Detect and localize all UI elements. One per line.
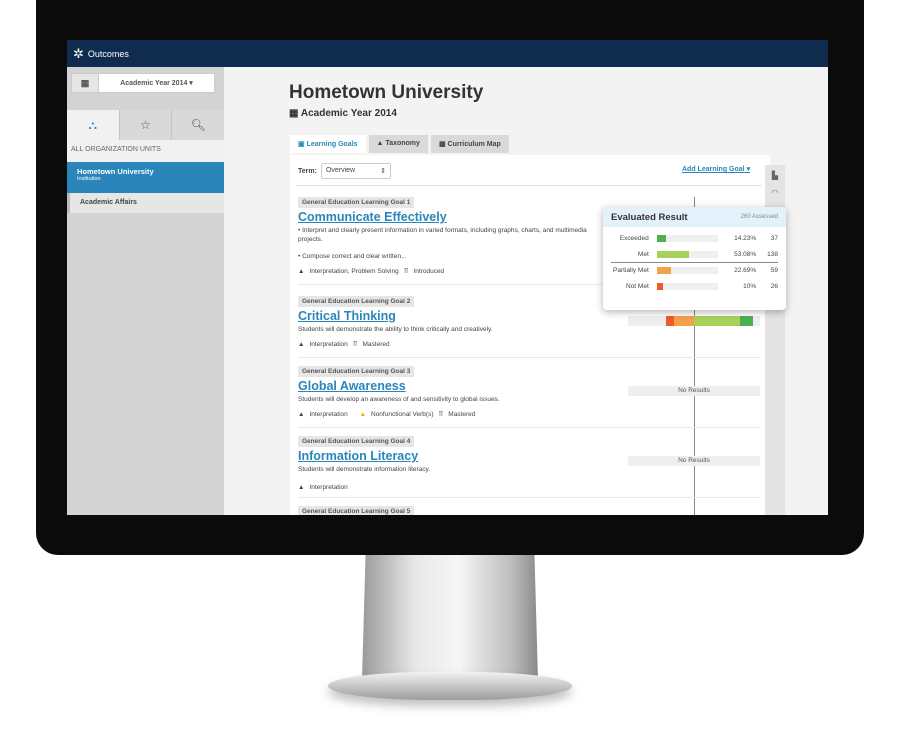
- term-select[interactable]: Overview ⇕: [320, 163, 391, 179]
- result-percent: 53.08%: [734, 250, 757, 258]
- tab-learning-goals[interactable]: ▣ Learning Goals: [290, 135, 366, 153]
- assessed-count: 260 Assessed: [740, 214, 778, 220]
- calendar-icon: ▦: [289, 108, 299, 119]
- goal-tag: General Education Learning Goal 3: [298, 366, 415, 377]
- app-header: ✲ Outcomes: [67, 40, 828, 67]
- search-icon: 🔍︎: [190, 118, 206, 132]
- result-row: Not Met 10% 26: [603, 279, 786, 295]
- gauge-icon[interactable]: ◠: [765, 188, 785, 197]
- taxonomy-icon: ▲: [298, 340, 305, 348]
- result-label: Exceeded: [619, 235, 649, 243]
- result-count: 26: [770, 282, 778, 290]
- unit-type: Institution: [77, 176, 101, 182]
- outcomes-logo-icon: ✲: [73, 45, 84, 61]
- list-icon: ▣: [298, 141, 305, 148]
- tab-curriculum-map[interactable]: ▦ Curriculum Map: [430, 135, 509, 153]
- warning-icon: ▲: [359, 410, 366, 418]
- taxonomy-text: Interpretation: [309, 410, 348, 418]
- hierarchy-icon: ⛬: [88, 117, 98, 132]
- result-fill: [656, 250, 690, 258]
- result-fill: [656, 267, 671, 275]
- evaluated-result-tooltip: Evaluated Result 260 Assessed Exceeded 14.…: [603, 207, 786, 310]
- level-text: Mastered: [362, 340, 390, 348]
- goal-description: • Interpret and clearly present informat…: [298, 227, 587, 244]
- result-fill: [656, 235, 666, 243]
- chart-icon[interactable]: ▙: [765, 171, 785, 180]
- page-title: Hometown University: [289, 82, 484, 103]
- search-tab[interactable]: 🔍︎: [171, 110, 225, 140]
- sidebar: ▦ Academic Year 2014 ▾ ⛬ ☆ 🔍︎ ALL ORGANI…: [67, 67, 225, 515]
- section-label: ALL ORGANIZATION UNITS: [67, 140, 224, 162]
- result-track: [656, 250, 719, 258]
- taxonomy-icon: ▲: [298, 410, 305, 418]
- result-track: [656, 282, 719, 290]
- org-unit-hometown-university[interactable]: Hometown University Institution: [67, 162, 224, 193]
- result-percent: 10%: [743, 282, 757, 290]
- grid-icon: ▦: [438, 141, 446, 148]
- monitor-base: [328, 672, 572, 700]
- level-icon: ⠿: [403, 268, 409, 276]
- taxonomy-icon: ▲: [298, 484, 305, 492]
- result-label: Not Met: [626, 282, 649, 290]
- level-icon: ⠿: [438, 411, 444, 419]
- result-row: Exceeded 14.23% 37: [603, 231, 786, 247]
- goal-description: Students will develop an awareness of an…: [298, 396, 500, 403]
- result-bar-empty: No Results: [628, 386, 760, 396]
- year-label: Academic Year 2014: [120, 80, 188, 87]
- subtitle-text: Academic Year 2014: [300, 108, 397, 119]
- level-text: Mastered: [448, 410, 476, 418]
- favorites-tab[interactable]: ☆: [118, 110, 172, 140]
- org-tree-tab[interactable]: ⛬: [67, 110, 119, 140]
- taxonomy-text: Interpretation, Problem Solving: [309, 267, 399, 275]
- result-track: [656, 235, 719, 243]
- warning-text: Nonfunctional Verb(s): [371, 410, 434, 418]
- goal-tag: General Education Learning Goal 2: [298, 296, 415, 307]
- bar-spacer: [628, 316, 666, 326]
- add-learning-goal-link[interactable]: Add Learning Goal ▾: [682, 165, 750, 173]
- result-bar[interactable]: [628, 316, 760, 326]
- result-bar-empty: No Results: [628, 456, 760, 466]
- term-label: Term:: [298, 167, 317, 175]
- divider: [296, 185, 762, 186]
- bar-segment-exceeded: [740, 316, 753, 326]
- year-selector[interactable]: ▦ Academic Year 2014 ▾: [71, 73, 215, 93]
- level-icon: ⠿: [352, 341, 358, 349]
- goal-description: Students will demonstrate information li…: [298, 466, 431, 473]
- app-name: Outcomes: [87, 48, 129, 59]
- pyramid-icon: ▲: [376, 140, 384, 147]
- org-unit-academic-affairs[interactable]: Academic Affairs: [67, 193, 224, 213]
- bar-segment-partially-met: [674, 316, 694, 326]
- tooltip-title: Evaluated Result: [611, 211, 688, 223]
- app-screen: ✲ Outcomes ▦ Academic Year 2014 ▾ ⛬ ☆ 🔍︎…: [67, 40, 828, 515]
- result-count: 37: [770, 235, 778, 243]
- result-fill: [656, 282, 663, 290]
- taxonomy-text: Interpretation: [309, 484, 348, 492]
- goal-tag: General Education Learning Goal 1: [298, 197, 415, 208]
- taxonomy-text: Interpretation: [309, 340, 348, 348]
- result-row: Met 53.08% 138: [603, 247, 786, 263]
- result-row: Partially Met 22.69% 59: [603, 263, 786, 279]
- taxonomy-icon: ▲: [298, 267, 305, 275]
- goal-description: • Compose correct and clear written...: [298, 253, 407, 261]
- bar-segment-met: [693, 316, 741, 326]
- result-count: 138: [767, 250, 778, 258]
- goal-tag: General Education Learning Goal 5: [298, 506, 415, 515]
- page-subtitle: ▦ Academic Year 2014: [289, 108, 397, 119]
- bar-segment-not-met: [665, 316, 675, 326]
- star-icon: ☆: [140, 118, 151, 132]
- tab-taxonomy[interactable]: ▲ Taxonomy: [368, 135, 428, 153]
- level-text: Introduced: [413, 267, 445, 275]
- result-label: Partially Met: [613, 267, 649, 275]
- goal-description: Students will demonstrate the ability to…: [298, 326, 493, 333]
- monitor-stand: [362, 555, 538, 680]
- result-count: 59: [770, 267, 778, 275]
- result-percent: 22.69%: [734, 267, 757, 275]
- goal-item: General Education Learning Goal 5: [298, 500, 760, 515]
- calendar-icon: ▦: [72, 74, 99, 92]
- unit-name: Hometown University: [77, 167, 154, 176]
- result-track: [656, 267, 719, 275]
- goal-tag: General Education Learning Goal 4: [298, 436, 415, 447]
- result-percent: 14.23%: [734, 235, 757, 243]
- result-label: Met: [637, 250, 649, 258]
